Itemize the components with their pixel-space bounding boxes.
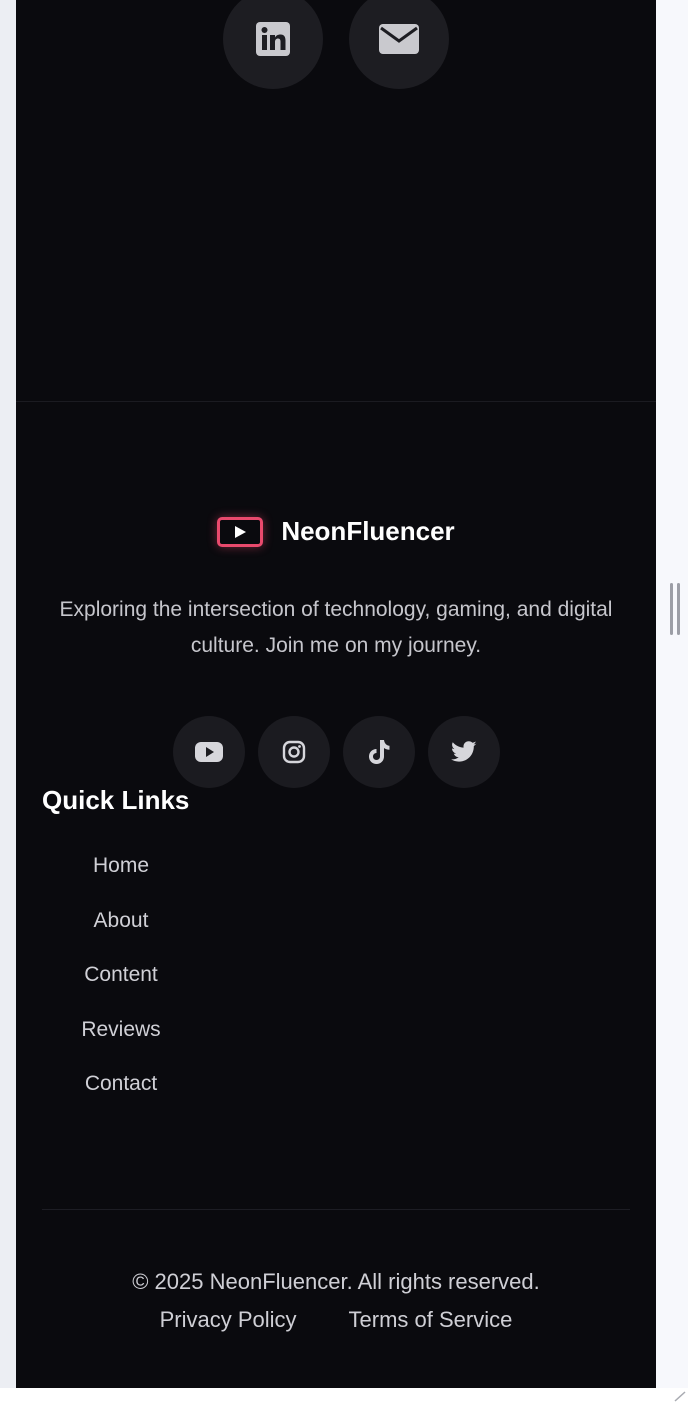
footer-panel [16, 0, 656, 1388]
quick-link-about[interactable]: About [94, 909, 149, 932]
brand-name: NeonFluencer [281, 516, 455, 546]
linkedin-icon [256, 22, 290, 56]
mail-icon [379, 24, 419, 54]
list-item: Home [42, 846, 200, 901]
list-item: Content [42, 955, 200, 1010]
brand-tagline: Exploring the intersection of technology… [59, 598, 613, 657]
youtube-button[interactable] [172, 716, 245, 788]
scrollbar-handle[interactable] [668, 583, 682, 635]
list-item: About [42, 901, 200, 956]
tiktok-button[interactable] [342, 716, 415, 788]
quick-link-content[interactable]: Content [84, 963, 158, 986]
terms-of-service-link[interactable]: Terms of Service [349, 1302, 513, 1338]
privacy-policy-link[interactable]: Privacy Policy [160, 1302, 297, 1338]
quick-links-heading: Quick Links [42, 785, 190, 815]
footer-divider [42, 1209, 630, 1210]
footer-brand[interactable]: NeonFluencer [0, 516, 672, 547]
brand-logo [217, 516, 264, 547]
twitter-icon [450, 741, 476, 762]
copyright-text: © 2025 NeonFluencer. All rights reserved… [132, 1269, 540, 1294]
quick-links-list: Home About Content Reviews Contact [42, 846, 200, 1119]
quick-link-home[interactable]: Home [93, 854, 149, 877]
resize-handle-icon[interactable] [672, 1390, 686, 1402]
play-icon [235, 525, 247, 538]
page-bottom-strip [0, 1388, 688, 1404]
page-gutter-left [0, 0, 16, 1404]
list-item: Contact [42, 1064, 200, 1119]
social-links [0, 716, 672, 788]
section-divider [16, 401, 656, 402]
tiktok-icon [368, 740, 389, 764]
page-gutter-right [656, 0, 688, 1404]
legal-links: Privacy Policy Terms of Service [16, 1302, 656, 1338]
quick-link-contact[interactable]: Contact [85, 1072, 157, 1095]
twitter-button[interactable] [427, 716, 500, 788]
instagram-icon [282, 740, 305, 764]
list-item: Reviews [42, 1010, 200, 1065]
youtube-icon [194, 742, 223, 762]
instagram-button[interactable] [257, 716, 330, 788]
quick-link-reviews[interactable]: Reviews [81, 1018, 160, 1041]
